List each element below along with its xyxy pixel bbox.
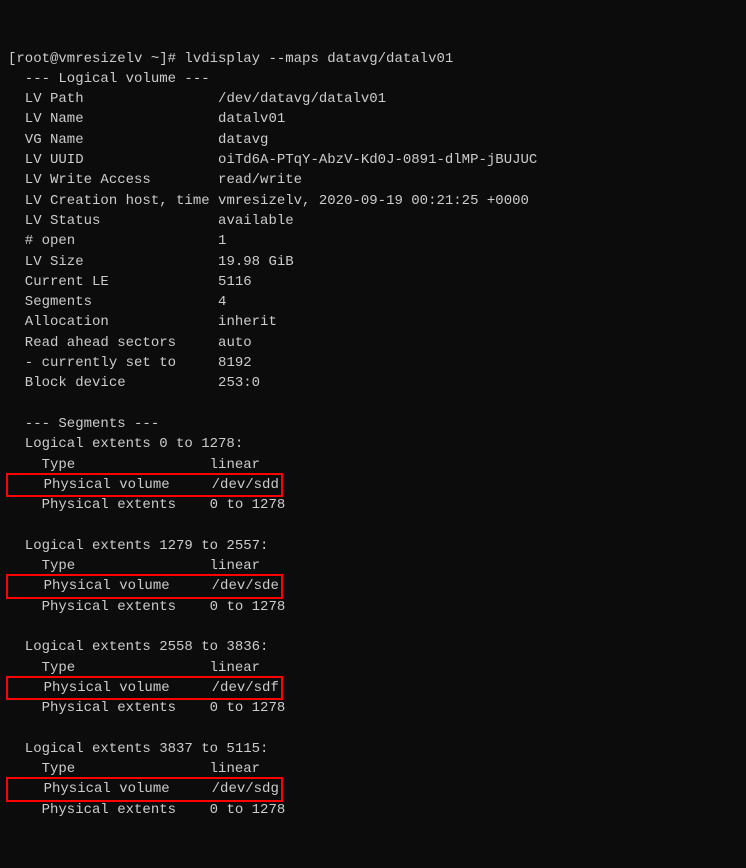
current-le-value: 5116 xyxy=(218,274,252,290)
physical-volume-label: Physical volume xyxy=(10,680,203,696)
lv-status-label: LV Status xyxy=(8,213,210,229)
segment-range: Logical extents 2558 to 3836: xyxy=(8,639,268,655)
physical-extents-label: Physical extents xyxy=(8,700,201,716)
segment-type-value: linear xyxy=(210,558,260,574)
physical-extents-label: Physical extents xyxy=(8,599,201,615)
physical-extents-label: Physical extents xyxy=(8,802,201,818)
physical-volume-highlight: Physical volume /dev/sdg xyxy=(6,777,283,801)
lv-header: --- Logical volume --- xyxy=(8,71,210,87)
physical-volume-value: /dev/sde xyxy=(212,578,279,594)
physical-volume-value: /dev/sdd xyxy=(212,477,279,493)
physical-volume-highlight: Physical volume /dev/sdd xyxy=(6,473,283,497)
currently-set-value: 8192 xyxy=(218,355,252,371)
open-count-label: # open xyxy=(8,233,210,249)
read-ahead-value: auto xyxy=(218,335,252,351)
physical-extents-value: 0 to 1278 xyxy=(210,802,286,818)
segment-range: Logical extents 0 to 1278: xyxy=(8,436,243,452)
segment-range: Logical extents 3837 to 5115: xyxy=(8,741,268,757)
current-le-label: Current LE xyxy=(8,274,210,290)
lv-uuid-value: oiTd6A-PTqY-AbzV-Kd0J-0891-dlMP-jBUJUC xyxy=(218,152,537,168)
allocation-label: Allocation xyxy=(8,314,210,330)
lv-name-value: datalv01 xyxy=(218,111,285,127)
lv-status-value: available xyxy=(218,213,294,229)
physical-volume-value: /dev/sdg xyxy=(212,781,279,797)
block-device-value: 253:0 xyxy=(218,375,260,391)
block-device-label: Block device xyxy=(8,375,210,391)
lv-creation-host-value: vmresizelv, 2020-09-19 00:21:25 +0000 xyxy=(218,193,529,209)
physical-volume-value: /dev/sdf xyxy=(212,680,279,696)
lv-write-access-value: read/write xyxy=(218,172,302,188)
physical-extents-value: 0 to 1278 xyxy=(210,497,286,513)
segments-count-value: 4 xyxy=(218,294,226,310)
lv-path-label: LV Path xyxy=(8,91,210,107)
segments-header: --- Segments --- xyxy=(8,416,159,432)
currently-set-label: - currently set to xyxy=(8,355,210,371)
lv-creation-host-label: LV Creation host, time xyxy=(8,193,218,209)
physical-volume-label: Physical volume xyxy=(10,781,203,797)
shell-prompt: [root@vmresizelv ~]# lvdisplay --maps da… xyxy=(8,51,453,67)
open-count-value: 1 xyxy=(218,233,226,249)
vg-name-value: datavg xyxy=(218,132,268,148)
physical-volume-highlight: Physical volume /dev/sde xyxy=(6,574,283,598)
lv-uuid-label: LV UUID xyxy=(8,152,210,168)
physical-volume-label: Physical volume xyxy=(10,578,203,594)
lv-name-label: LV Name xyxy=(8,111,210,127)
lv-size-label: LV Size xyxy=(8,254,210,270)
physical-volume-highlight: Physical volume /dev/sdf xyxy=(6,676,283,700)
lv-path-value: /dev/datavg/datalv01 xyxy=(218,91,386,107)
read-ahead-label: Read ahead sectors xyxy=(8,335,210,351)
lv-size-value: 19.98 GiB xyxy=(218,254,294,270)
segment-type-value: linear xyxy=(210,457,260,473)
segment-range: Logical extents 1279 to 2557: xyxy=(8,538,268,554)
segment-type-value: linear xyxy=(210,761,260,777)
segments-count-label: Segments xyxy=(8,294,210,310)
segment-type-label: Type xyxy=(8,761,201,777)
segment-type-label: Type xyxy=(8,457,201,473)
lv-write-access-label: LV Write Access xyxy=(8,172,210,188)
vg-name-label: VG Name xyxy=(8,132,210,148)
segment-type-label: Type xyxy=(8,660,201,676)
allocation-value: inherit xyxy=(218,314,277,330)
physical-extents-label: Physical extents xyxy=(8,497,201,513)
physical-extents-value: 0 to 1278 xyxy=(210,700,286,716)
physical-volume-label: Physical volume xyxy=(10,477,203,493)
segment-type-label: Type xyxy=(8,558,201,574)
physical-extents-value: 0 to 1278 xyxy=(210,599,286,615)
segment-type-value: linear xyxy=(210,660,260,676)
